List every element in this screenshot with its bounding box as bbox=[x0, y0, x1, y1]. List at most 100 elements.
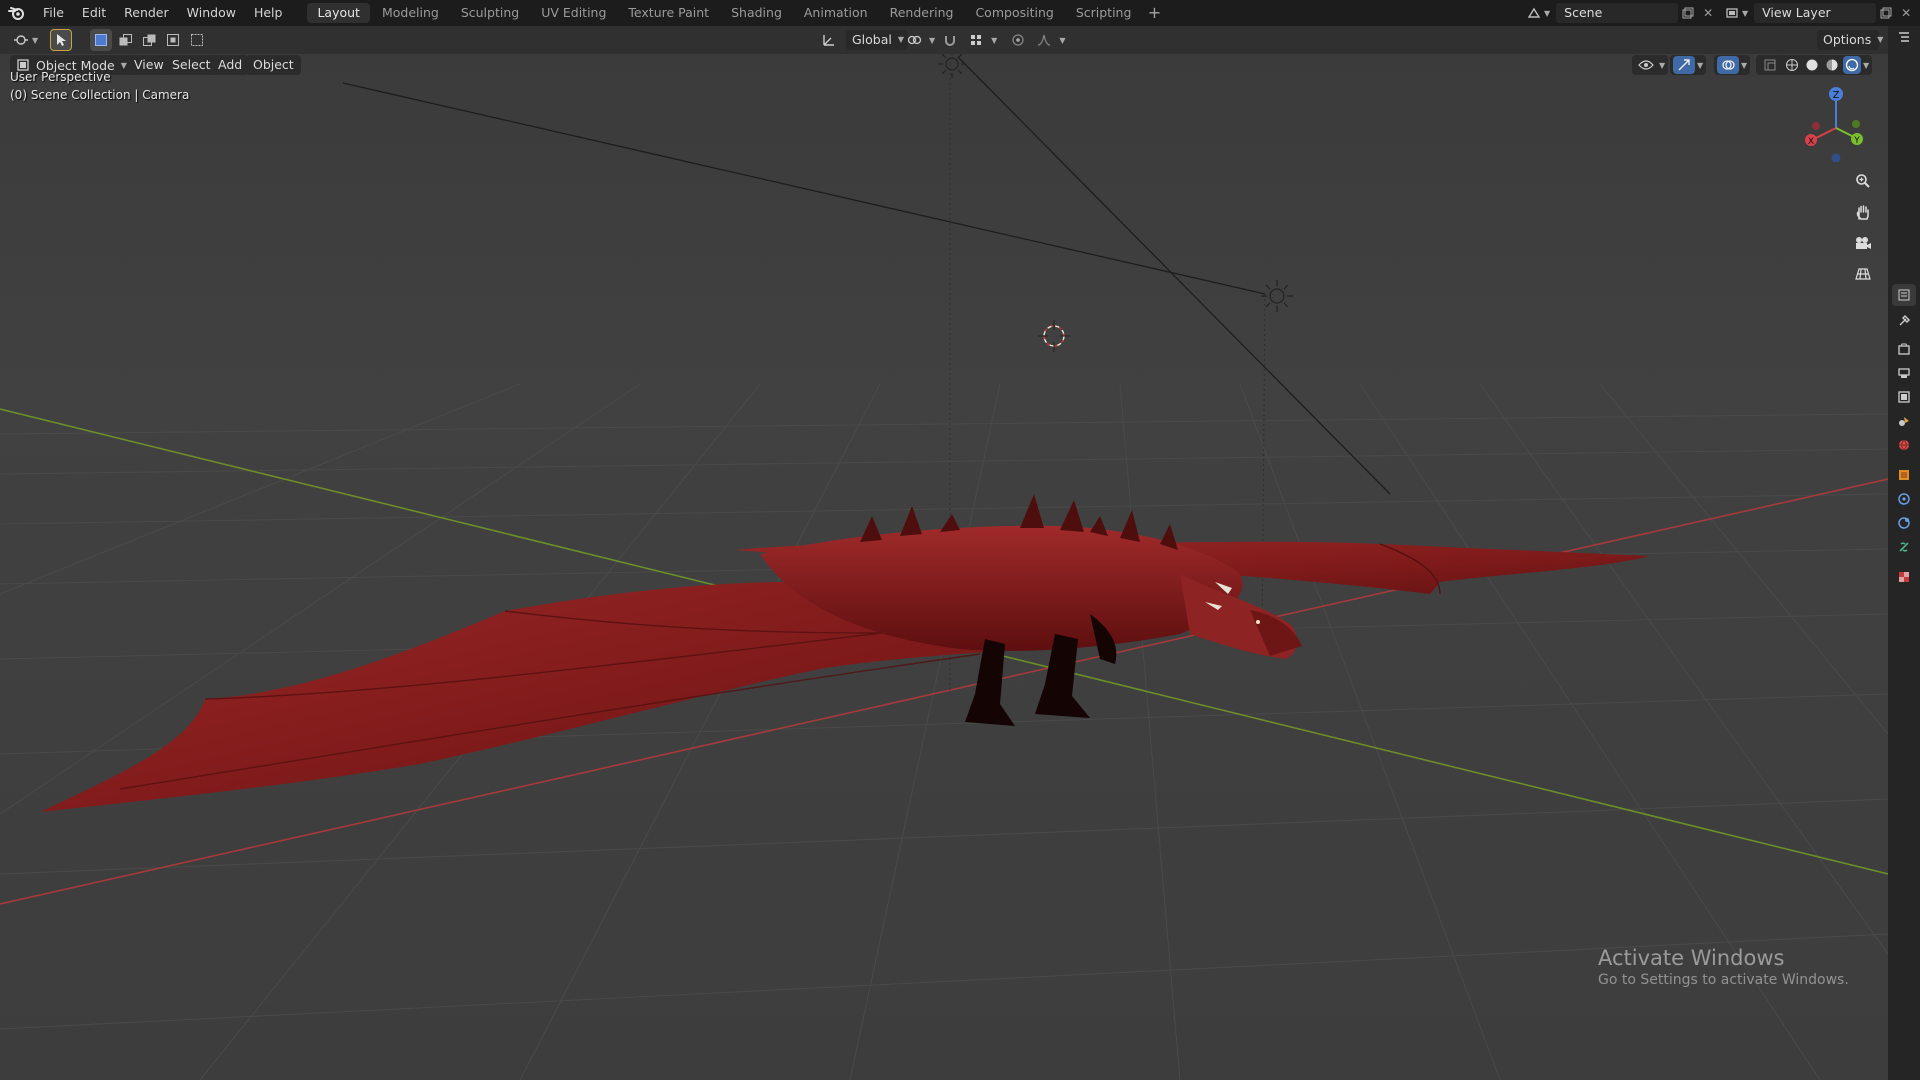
chevron-down-icon[interactable]: ▼ bbox=[929, 36, 935, 45]
viewport-scene bbox=[0, 54, 1888, 1080]
visibility-group: ▼ bbox=[1632, 55, 1669, 75]
select-box-icon[interactable] bbox=[50, 29, 72, 51]
chevron-down-icon[interactable]: ▼ bbox=[1741, 61, 1747, 70]
material-shading-icon[interactable] bbox=[1823, 56, 1841, 74]
chevron-down-icon[interactable]: ▼ bbox=[1742, 9, 1748, 18]
outliner-editor-icon[interactable] bbox=[1892, 26, 1916, 48]
top-menu-bar: File Edit Render Window Help Layout Mode… bbox=[0, 0, 1920, 26]
tab-layout[interactable]: Layout bbox=[307, 3, 370, 23]
close-icon[interactable]: ✕ bbox=[1698, 3, 1718, 23]
ortho-grid-icon[interactable] bbox=[1850, 261, 1876, 287]
chevron-down-icon: ▼ bbox=[120, 60, 127, 70]
camera-view-icon[interactable] bbox=[1850, 230, 1876, 256]
overlay-group: ▼ bbox=[1714, 55, 1751, 75]
close-icon[interactable]: ✕ bbox=[1896, 3, 1916, 23]
activate-windows-title: Activate Windows bbox=[1598, 946, 1785, 970]
tool-icon[interactable] bbox=[1892, 310, 1916, 332]
set-new-selection-icon[interactable] bbox=[90, 29, 112, 51]
output-icon[interactable] bbox=[1892, 362, 1916, 384]
eye-icon[interactable] bbox=[1635, 56, 1657, 74]
extend-selection-icon[interactable] bbox=[114, 29, 136, 51]
physics-icon[interactable] bbox=[1892, 512, 1916, 534]
3d-viewport-icon[interactable] bbox=[10, 29, 32, 51]
gizmo-icon[interactable] bbox=[1673, 56, 1695, 74]
chevron-down-icon[interactable]: ▼ bbox=[1659, 61, 1665, 70]
overlay-icon[interactable] bbox=[1717, 56, 1739, 74]
chevron-down-icon[interactable]: ▼ bbox=[1863, 61, 1869, 70]
properties-tab-strip bbox=[1888, 26, 1920, 1080]
subtract-selection-icon[interactable] bbox=[138, 29, 160, 51]
orientation-icon[interactable] bbox=[818, 29, 840, 51]
viewport-menu-object[interactable]: Object bbox=[246, 55, 301, 75]
navigation-gizmo[interactable]: Z X Y bbox=[1796, 82, 1876, 162]
tab-modeling[interactable]: Modeling bbox=[372, 3, 449, 23]
intersect-selection-icon[interactable] bbox=[186, 29, 208, 51]
view-layer-name-field[interactable]: View Layer bbox=[1754, 3, 1877, 23]
render-icon[interactable] bbox=[1892, 338, 1916, 360]
tab-scripting[interactable]: Scripting bbox=[1066, 3, 1142, 23]
scene-icon[interactable] bbox=[1524, 3, 1544, 23]
tab-sculpting[interactable]: Sculpting bbox=[451, 3, 529, 23]
pivot-point-icon[interactable] bbox=[903, 29, 925, 51]
scene-icon[interactable] bbox=[1892, 410, 1916, 432]
gizmo-neg-x-icon[interactable] bbox=[1812, 122, 1820, 130]
properties-editor-icon[interactable] bbox=[1892, 284, 1916, 306]
snap-magnet-icon[interactable] bbox=[939, 29, 961, 51]
chevron-down-icon[interactable]: ▼ bbox=[1544, 9, 1550, 18]
tab-shading[interactable]: Shading bbox=[721, 3, 792, 23]
constraint-icon[interactable] bbox=[1892, 536, 1916, 558]
view-layer-icon[interactable] bbox=[1892, 386, 1916, 408]
chevron-down-icon[interactable]: ▼ bbox=[1697, 61, 1703, 70]
viewport-menu-add[interactable]: Add bbox=[211, 55, 250, 75]
tab-rendering[interactable]: Rendering bbox=[880, 3, 964, 23]
tab-compositing[interactable]: Compositing bbox=[965, 3, 1063, 23]
activate-windows-subtitle: Go to Settings to activate Windows. bbox=[1598, 972, 1849, 988]
new-scene-icon[interactable] bbox=[1678, 3, 1698, 23]
wireframe-shading-icon[interactable] bbox=[1783, 56, 1801, 74]
gizmo-neg-y-icon[interactable] bbox=[1852, 120, 1860, 128]
viewport-header: Object Mode ▼ View Select Add Object ▼ ▼… bbox=[0, 54, 1888, 76]
modifier-icon[interactable] bbox=[1892, 488, 1916, 510]
rendered-shading-icon[interactable] bbox=[1843, 56, 1861, 74]
editor-type-selector[interactable]: ▼ bbox=[10, 29, 38, 51]
chevron-down-icon: ▼ bbox=[1877, 35, 1884, 44]
object-icon[interactable] bbox=[1892, 464, 1916, 486]
new-view-layer-icon[interactable] bbox=[1876, 3, 1896, 23]
proportional-editing-icon[interactable] bbox=[1007, 29, 1029, 51]
texture-icon[interactable] bbox=[1892, 566, 1916, 588]
transform-orientation-dropdown[interactable]: Global ▼ bbox=[846, 30, 908, 50]
viewport-menu-select[interactable]: Select bbox=[165, 55, 218, 75]
falloff-curve-icon[interactable] bbox=[1033, 29, 1055, 51]
chevron-down-icon[interactable]: ▼ bbox=[991, 36, 997, 45]
tab-texture-paint[interactable]: Texture Paint bbox=[618, 3, 719, 23]
add-workspace-button[interactable]: + bbox=[1143, 3, 1165, 23]
zoom-icon[interactable] bbox=[1850, 168, 1876, 194]
invert-selection-icon[interactable] bbox=[162, 29, 184, 51]
scene-selector: ▼ Scene ✕ bbox=[1524, 2, 1718, 24]
tab-animation[interactable]: Animation bbox=[794, 3, 878, 23]
xray-icon[interactable] bbox=[1759, 56, 1781, 74]
snap-increment-icon[interactable] bbox=[965, 29, 987, 51]
tab-uv-editing[interactable]: UV Editing bbox=[531, 3, 616, 23]
blender-logo-icon[interactable] bbox=[0, 0, 34, 26]
menu-help[interactable]: Help bbox=[245, 0, 292, 26]
pivot-snap-group: ▼ ▼ ▼ bbox=[903, 29, 1065, 51]
chevron-down-icon[interactable]: ▼ bbox=[1059, 36, 1065, 45]
perspective-label: User Perspective bbox=[10, 70, 111, 84]
world-icon[interactable] bbox=[1892, 434, 1916, 456]
gizmo-neg-z-icon[interactable] bbox=[1831, 153, 1841, 163]
scene-name-field[interactable]: Scene bbox=[1556, 3, 1679, 23]
menu-edit[interactable]: Edit bbox=[73, 0, 115, 26]
solid-shading-icon[interactable] bbox=[1803, 56, 1821, 74]
options-group: Options ▼ bbox=[1817, 29, 1883, 51]
menu-file[interactable]: File bbox=[34, 0, 73, 26]
3d-viewport[interactable]: Object Mode ▼ View Select Add Object ▼ ▼… bbox=[0, 54, 1888, 1080]
pan-hand-icon[interactable] bbox=[1850, 199, 1876, 225]
view-layer-icon[interactable] bbox=[1722, 3, 1742, 23]
menu-render[interactable]: Render bbox=[115, 0, 178, 26]
options-dropdown[interactable]: Options ▼ bbox=[1817, 30, 1883, 50]
transform-orientation: Global ▼ bbox=[818, 29, 908, 51]
menu-window[interactable]: Window bbox=[178, 0, 245, 26]
chevron-down-icon[interactable]: ▼ bbox=[32, 36, 38, 45]
selection-mode-group bbox=[90, 29, 208, 51]
